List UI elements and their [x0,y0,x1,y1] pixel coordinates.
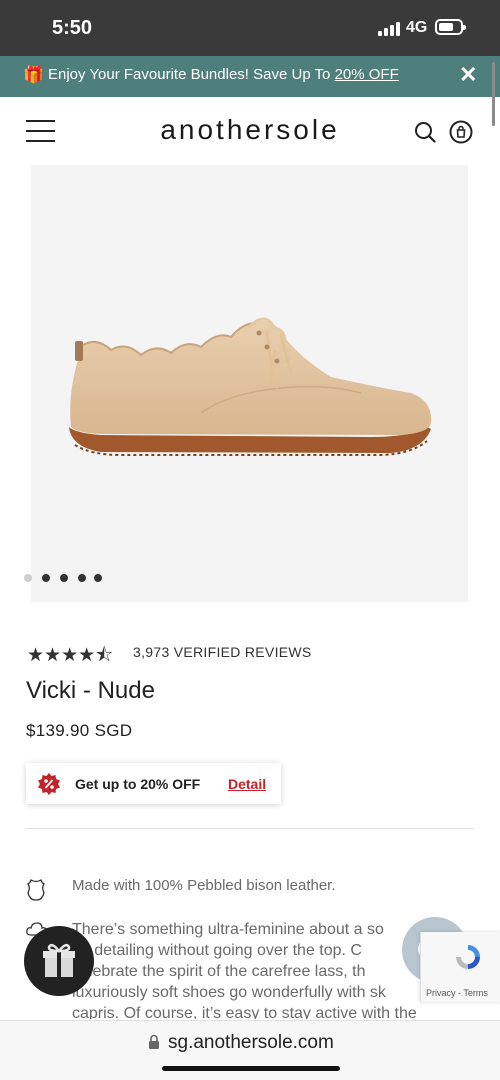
search-icon[interactable] [414,121,436,143]
product-title: Vicki - Nude [26,677,155,704]
browser-url-bar[interactable]: sg.anothersole.com [0,1020,500,1080]
carousel-dot[interactable] [94,574,102,582]
cart-icon[interactable] [449,120,473,144]
battery-icon [435,19,466,35]
reviews-count: 3,973 VERIFIED REVIEWS [133,644,312,660]
promo-banner: 🎁 Enjoy Your Favourite Bundles! Save Up … [0,56,500,97]
carousel-dot[interactable] [42,574,50,582]
product-price: $139.90 SGD [26,721,133,740]
close-icon[interactable]: ✕ [459,62,477,88]
discount-badge-icon [38,773,60,795]
gift-box-icon [43,943,75,977]
status-time: 5:50 [52,17,93,39]
carousel-dot[interactable] [60,574,68,582]
promo-link[interactable]: 20% OFF [335,66,399,83]
description-line: luxuriously soft shoes go wonderfully wi… [72,984,386,1001]
promo-text: Enjoy Your Favourite Bundles! Save Up To… [48,66,399,83]
carousel-dot[interactable] [24,574,32,582]
divider [26,828,474,829]
recaptcha-links[interactable]: Privacy - Terms [426,988,488,998]
product-image[interactable] [31,165,468,602]
discount-text: Get up to 20% OFF [75,776,201,792]
gift-icon: 🎁 [23,65,45,84]
lock-icon [149,1034,159,1049]
leather-feature: Made with 100% Pebbled bison leather. [72,877,336,894]
home-indicator [162,1066,340,1071]
network-label: 4G [406,19,428,36]
recaptcha-icon [456,945,480,969]
url-text[interactable]: sg.anothersole.com [168,1032,334,1054]
status-bar: 5:50 4G [0,0,500,56]
discount-box: Get up to 20% OFF Detail [26,763,281,804]
promo-message: Enjoy Your Favourite Bundles! Save Up To [48,66,335,83]
star-rating-icon: ★★★★⯪ [27,645,114,666]
leather-hide-icon [27,879,45,901]
shoe-image [69,317,432,456]
signal-icon [378,22,400,36]
recaptcha-badge[interactable]: Privacy - Terms [420,932,500,1002]
carousel-dot[interactable] [78,574,86,582]
discount-detail-link[interactable]: Detail [228,776,266,792]
description-line: capris. Of course, it’s easy to stay act… [72,1005,417,1019]
rewards-button[interactable] [24,926,94,996]
